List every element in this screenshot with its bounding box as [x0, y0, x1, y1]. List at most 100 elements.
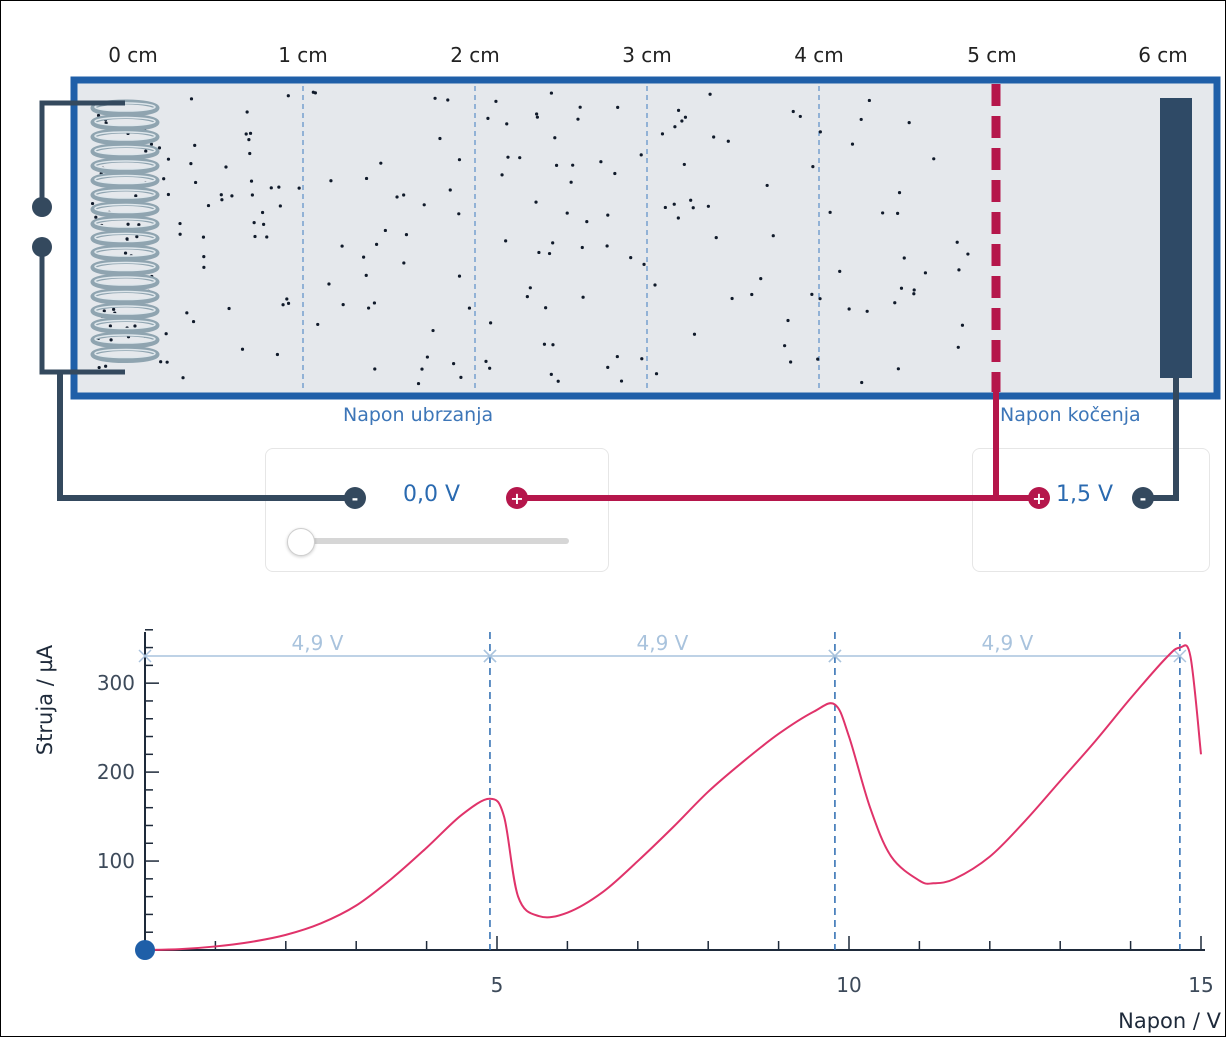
accelerating-minus-terminal: - [344, 487, 366, 509]
electron [133, 324, 137, 328]
electron [395, 195, 399, 199]
electron [902, 256, 906, 260]
slider-thumb[interactable] [287, 528, 315, 556]
electron [957, 268, 961, 272]
electron [488, 366, 492, 370]
electron [691, 206, 695, 210]
electron [956, 345, 960, 349]
electron [457, 158, 462, 162]
electron [181, 376, 185, 380]
electron [847, 307, 851, 311]
slider-track[interactable] [297, 538, 569, 544]
electron [599, 160, 603, 164]
electron [224, 165, 228, 169]
electron [253, 234, 257, 239]
electron [278, 204, 282, 208]
electron [518, 156, 522, 160]
electron [506, 155, 510, 159]
electron [166, 157, 171, 161]
electron [571, 163, 575, 167]
ruler-label: 3 cm [622, 43, 672, 67]
electron [489, 321, 493, 325]
electron [245, 110, 249, 114]
ruler-label: 5 cm [967, 43, 1017, 67]
electron [189, 162, 193, 166]
electron [893, 301, 897, 305]
electron [112, 307, 116, 311]
electron [714, 236, 718, 240]
electron [227, 306, 231, 311]
electron [373, 367, 377, 371]
electron [366, 306, 371, 310]
electron [818, 297, 822, 301]
anode-plate [1160, 98, 1192, 378]
electron [585, 220, 589, 224]
electron [277, 185, 281, 189]
electron [505, 122, 509, 126]
current-curve [144, 644, 1202, 951]
electron [438, 136, 442, 141]
electron [535, 112, 539, 116]
chart-axes: 5 10 15 100 200 300 [97, 629, 1214, 997]
ruler-label: 4 cm [794, 43, 844, 67]
electron [193, 180, 198, 185]
electron [865, 309, 869, 313]
braking-voltage-label: Napon kočenja [1000, 404, 1141, 426]
electron [867, 98, 871, 103]
electron [907, 121, 911, 125]
electron [125, 237, 129, 241]
electron [549, 91, 554, 95]
braking-minus-terminal: - [1132, 487, 1154, 509]
electron [500, 173, 504, 177]
electron [202, 265, 206, 269]
electron [425, 355, 429, 359]
electron [448, 188, 452, 192]
electron [786, 318, 790, 323]
minus-symbol: - [1140, 489, 1147, 508]
electron [364, 273, 368, 277]
y-tick-label: 200 [97, 760, 135, 784]
electron [297, 186, 301, 190]
electron [640, 357, 644, 361]
electron [629, 256, 633, 260]
electron [528, 286, 532, 290]
electron [682, 162, 686, 167]
electron [613, 171, 617, 176]
electron [281, 303, 285, 307]
electron [452, 362, 456, 366]
electron [673, 125, 677, 129]
accelerating-voltage-slider[interactable] [287, 528, 571, 556]
electron [494, 99, 498, 103]
electron [420, 367, 424, 371]
electron [828, 210, 832, 214]
electron [811, 165, 815, 169]
electron [960, 323, 965, 327]
electron [220, 198, 224, 202]
electron [467, 306, 472, 310]
electron [810, 292, 814, 296]
electron [286, 94, 290, 98]
electron [653, 283, 657, 287]
electron [165, 360, 169, 364]
electron [166, 192, 171, 197]
electron [680, 119, 684, 123]
electron [97, 365, 101, 370]
electron [692, 332, 697, 336]
electron [185, 311, 189, 315]
electron [504, 239, 508, 243]
spacing-label: 4,9 V [292, 631, 344, 655]
electron [327, 282, 331, 286]
current-point-marker [135, 940, 155, 960]
electron [362, 255, 366, 259]
electron [191, 319, 196, 324]
electron [248, 131, 253, 135]
electron [252, 221, 256, 225]
heater-terminal-bottom [32, 237, 52, 257]
electron [104, 364, 108, 368]
electron [551, 343, 555, 347]
electron [404, 232, 409, 237]
ruler: 0 cm 1 cm 2 cm 3 cm 4 cm 5 cm 6 cm [108, 43, 1188, 67]
electron [549, 372, 553, 376]
electron [144, 149, 148, 153]
electron [619, 379, 624, 383]
